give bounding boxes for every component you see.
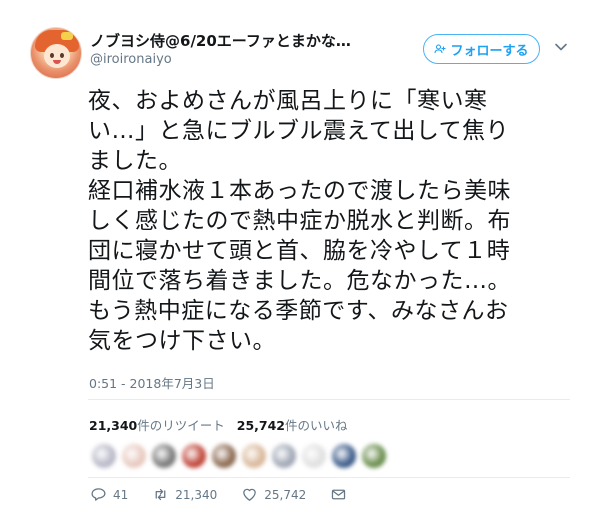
tweet-text-line: しく感じたので熱中症か脱水と判断。布 xyxy=(88,208,511,234)
retweet-button[interactable]: 21,340 xyxy=(152,486,217,503)
heart-icon xyxy=(243,488,257,501)
tweet-text-line: 間位で落ち着きました。危なかった…。 xyxy=(88,268,511,294)
likes-stat[interactable]: 25,742件のいいね xyxy=(237,418,348,433)
liker-avatar[interactable] xyxy=(242,444,266,468)
divider xyxy=(88,477,570,478)
like-button[interactable]: 25,742 xyxy=(241,486,306,503)
tweet-text-line: 気をつけ下さい。 xyxy=(88,328,276,354)
liker-avatars xyxy=(92,444,386,472)
tweet-text-line: 団に寝かせて頭と首、脇を冷やして１時 xyxy=(88,238,511,264)
tweet-text-line: 夜、およめさんが風呂上りに「寒い寒 xyxy=(88,88,488,114)
tweet-text-line: 経口補水液１本あったので渡したら美味 xyxy=(88,178,511,204)
liker-avatar[interactable] xyxy=(152,444,176,468)
tweet-text: 夜、およめさんが風呂上りに「寒い寒 い…」と急にブルブル震えて出して焦り ました… xyxy=(88,86,578,356)
display-name[interactable]: ノブヨシ侍@6/20エーファとまかな… xyxy=(90,30,390,51)
envelope-icon xyxy=(332,489,346,500)
liker-avatar[interactable] xyxy=(272,444,296,468)
chevron-down-icon[interactable] xyxy=(554,40,568,54)
liker-avatar[interactable] xyxy=(212,444,236,468)
timestamp[interactable]: 0:51 - 2018年7月3日 xyxy=(89,373,215,392)
liker-avatar[interactable] xyxy=(122,444,146,468)
liker-avatar[interactable] xyxy=(302,444,326,468)
likes-stat-count: 25,742 xyxy=(236,418,286,433)
divider xyxy=(88,399,570,400)
retweets-stat-count: 21,340 xyxy=(89,418,138,433)
follow-button[interactable]: フォローする xyxy=(423,34,540,64)
direct-message-button[interactable] xyxy=(330,486,347,503)
reply-button[interactable]: 41 xyxy=(90,486,128,503)
liker-avatar[interactable] xyxy=(332,444,356,468)
tweet-actions: 41 21,340 25,742 xyxy=(90,486,371,503)
follow-button-label: フォローする xyxy=(450,43,529,59)
likes-stat-label: 件のいいね xyxy=(285,418,348,433)
tweet-text-line: もう熱中症になる季節です、みなさんお xyxy=(88,298,509,324)
username[interactable]: @iroironaiyo xyxy=(90,52,172,67)
liker-avatar[interactable] xyxy=(362,444,386,468)
reply-icon xyxy=(91,488,106,501)
add-user-icon xyxy=(434,44,446,54)
retweets-stat[interactable]: 21,340件のリツイート xyxy=(89,418,225,433)
avatar[interactable] xyxy=(30,27,82,79)
engagement-stats: 21,340件のリツイート 25,742件のいいね xyxy=(89,415,348,434)
like-count: 25,742 xyxy=(264,487,307,502)
retweet-icon xyxy=(155,488,166,501)
retweet-count: 21,340 xyxy=(175,487,218,502)
retweets-stat-label: 件のリツイート xyxy=(137,418,225,433)
liker-avatar[interactable] xyxy=(92,444,116,468)
tweet-text-line: ました。 xyxy=(88,148,182,174)
tweet-text-line: い…」と急にブルブル震えて出して焦り xyxy=(88,118,510,144)
tweet-card: ノブヨシ侍@6/20エーファとまかな… @iroironaiyo フォローする … xyxy=(0,0,600,516)
reply-count: 41 xyxy=(113,487,129,502)
liker-avatar[interactable] xyxy=(182,444,206,468)
